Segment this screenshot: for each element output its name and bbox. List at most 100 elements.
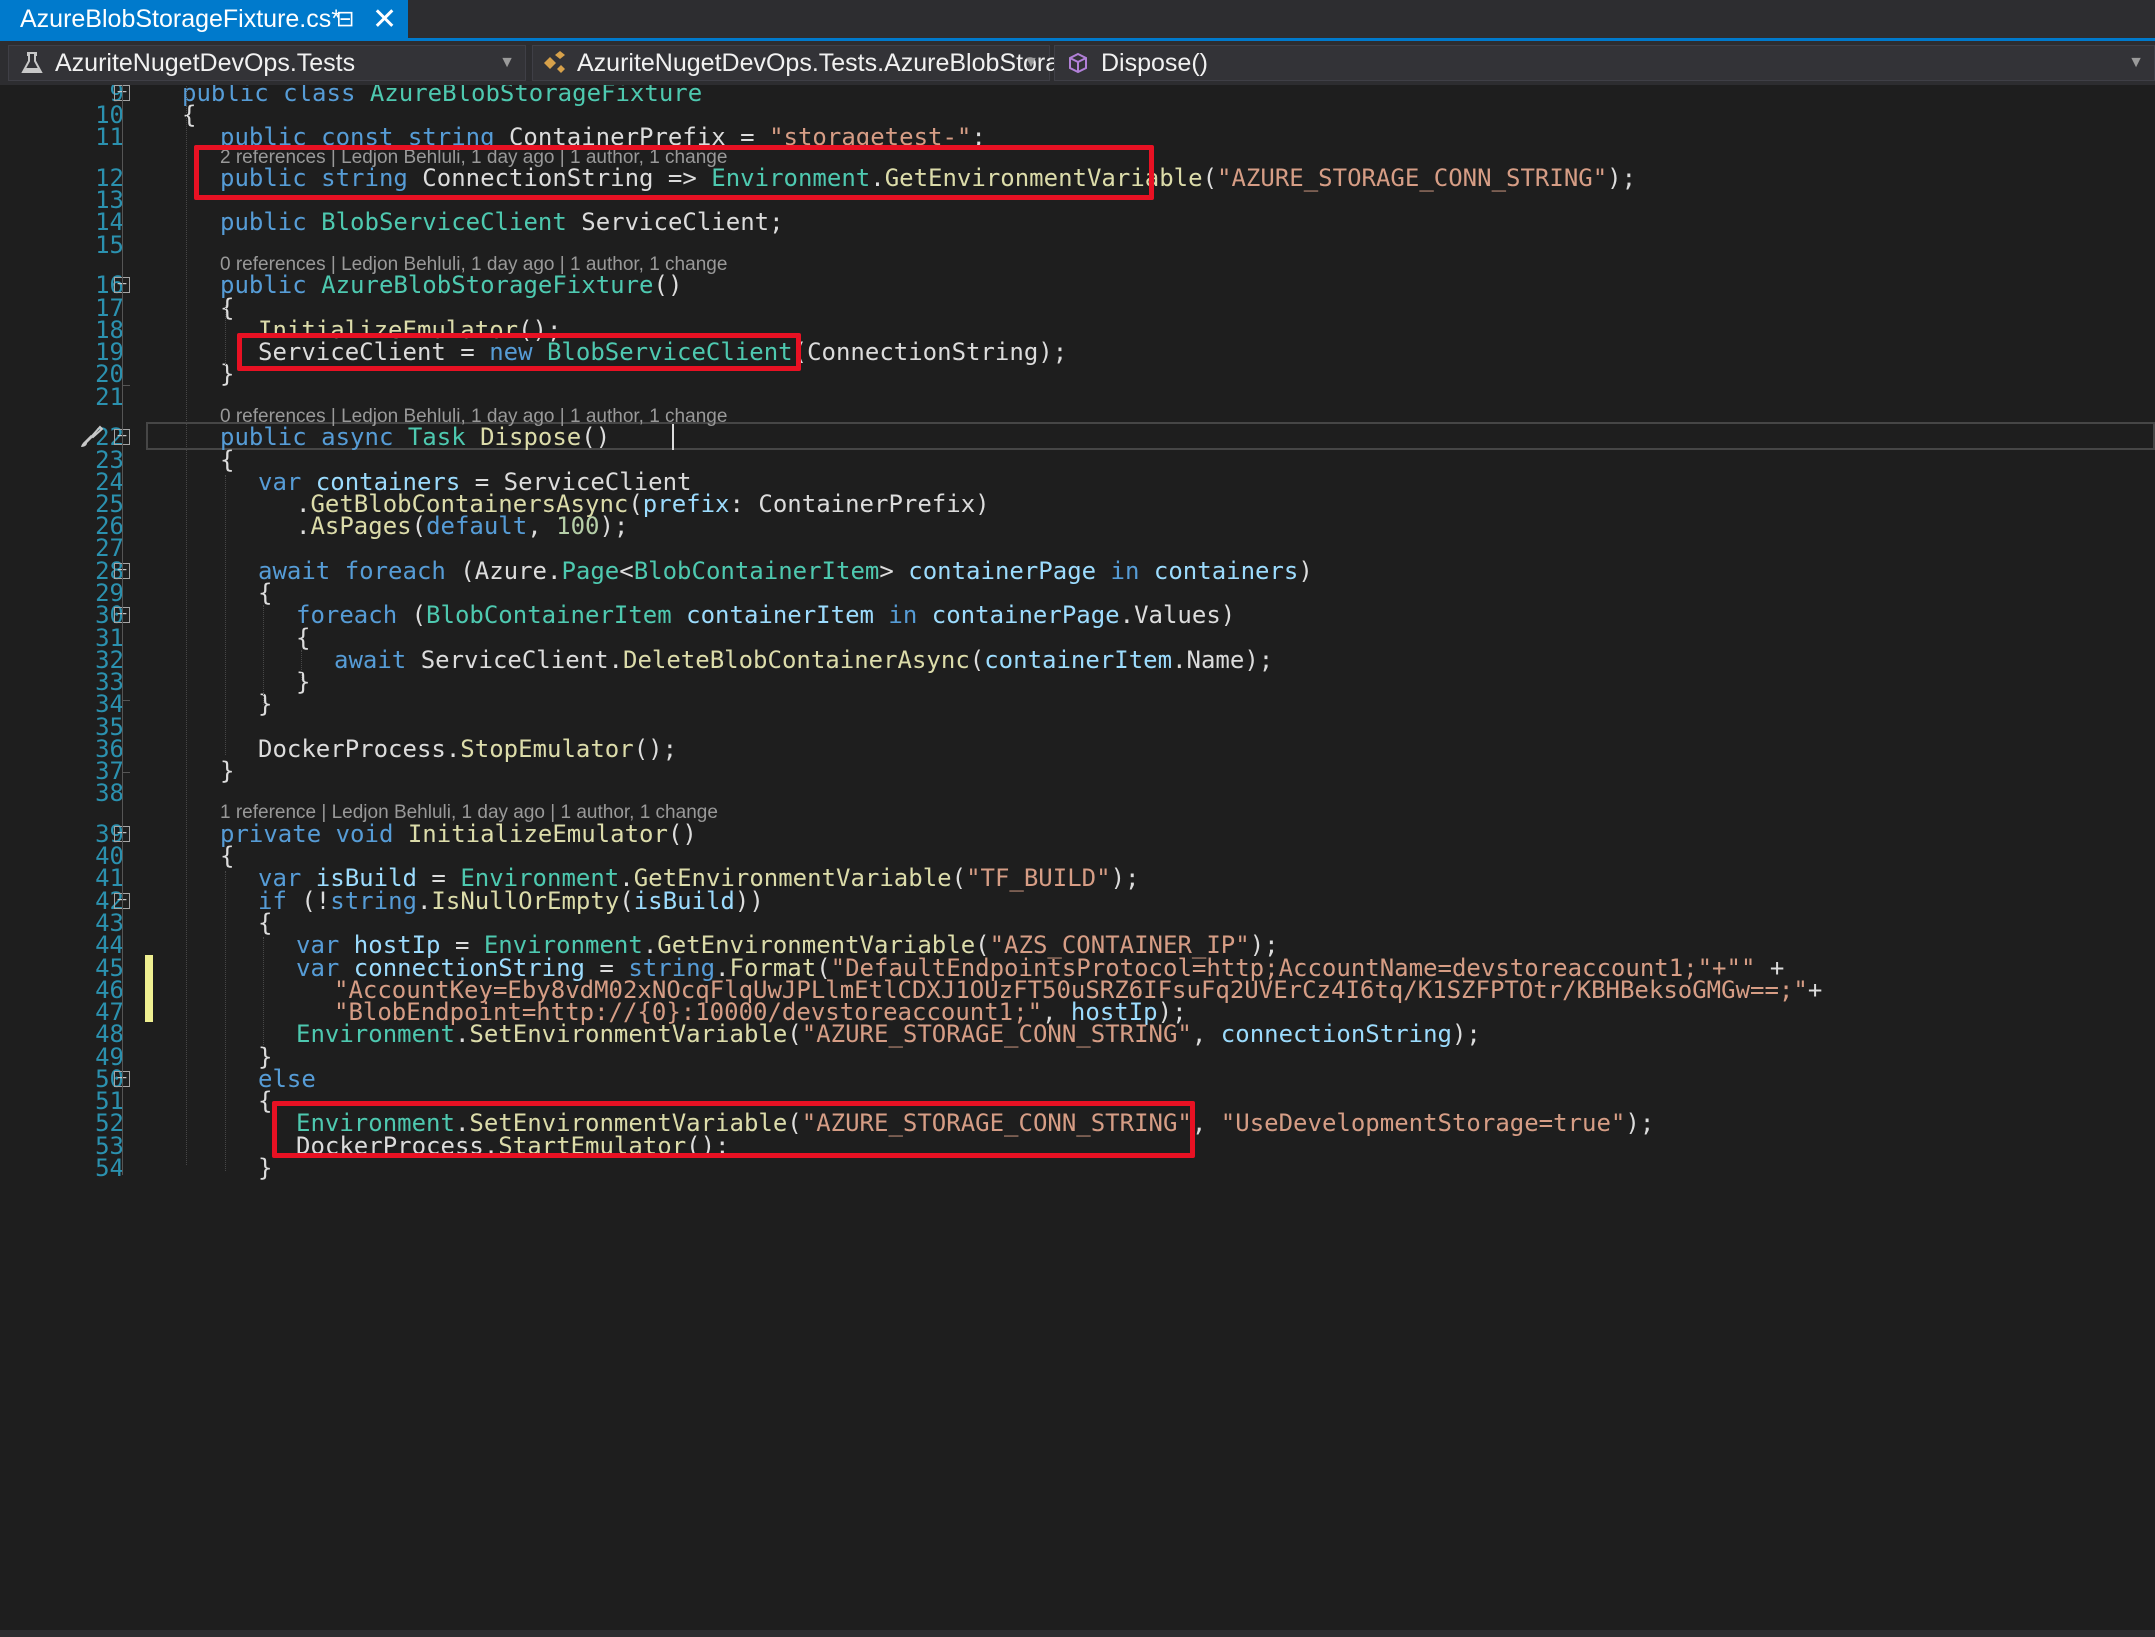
pin-icon[interactable]: ⊟ [336,6,354,32]
text-cursor [672,424,674,450]
code-line[interactable]: } [258,689,272,719]
code-token: . [454,1020,470,1048]
code-token: SetEnvironmentVariable [469,1020,788,1048]
change-indicator [145,955,153,1022]
code-token: "TF_BUILD" [966,864,1111,892]
code-line[interactable]: { [220,445,234,475]
code-token: ); [1625,1109,1655,1137]
code-token: "AZURE_STORAGE_CONN_STRING" [801,1020,1192,1048]
close-icon[interactable]: ✕ [372,2,397,37]
code-token: { [220,446,235,474]
code-token: Environment [296,1020,455,1048]
code-line[interactable]: await foreach (Azure.Page<BlobContainerI… [258,556,1313,586]
quick-actions-brush-icon[interactable] [78,422,106,454]
code-token: ( [1202,164,1218,192]
member-dropdown[interactable]: Dispose() ▼ [1054,45,2155,81]
method-icon [1063,48,1093,78]
code-token: ); [1607,164,1637,192]
code-token: } [258,690,273,718]
code-line[interactable]: { [258,1086,272,1116]
code-token: ); [599,512,629,540]
code-token: )) [734,887,764,915]
code-editor[interactable]: 9 10 11 12 13 14 15 16 17 18 19 20 21 22 23 24 25 26 27 28 2… [14,85,2155,1632]
code-token: BlobServiceClient [321,208,567,236]
document-tab[interactable]: AzureBlobStorageFixture.cs* ⊟ ✕ [0,0,408,38]
code-token: } [296,668,311,696]
code-token: "UseDevelopmentStorage=true" [1220,1109,1626,1137]
code-token: containerPage [931,601,1120,629]
code-token: Page [561,557,620,585]
codelens-info[interactable]: 0 references | Ledjon Behluli, 1 day ago… [220,405,727,429]
type-dropdown[interactable]: AzuriteNugetDevOps.Tests.AzureBlobStorag… [532,45,1163,81]
code-token: ) [1298,557,1313,585]
code-line[interactable]: } [220,756,234,786]
code-token: ( [787,1020,802,1048]
code-token: containerItem [984,646,1173,674]
code-token: , [527,512,557,540]
outline-margin-end [122,385,130,386]
code-line[interactable]: } [220,359,234,389]
code-token: } [220,757,235,785]
code-token: { [182,101,197,129]
indent-guide [225,475,226,755]
code-line[interactable]: } [258,1153,272,1183]
project-name: AzuriteNugetDevOps.Tests [55,48,356,77]
codelens-info[interactable]: 1 reference | Ledjon Behluli, 1 day ago … [220,801,718,825]
document-tab-strip: AzureBlobStorageFixture.cs* ⊟ ✕ [0,0,2155,41]
code-token: ( [619,887,634,915]
code-line[interactable]: if (!string.IsNullOrEmpty(isBuild)) [258,886,764,916]
code-line[interactable]: { [182,100,196,130]
code-line[interactable]: } [296,667,310,697]
code-token: ); [1110,864,1140,892]
code-area[interactable]: public class AzureBlobStorageFixture −{pu… [14,85,2155,1632]
code-line[interactable]: DockerProcess.StopEmulator(); [258,734,677,764]
code-token: "AZURE_STORAGE_CONN_STRING" [1217,164,1608,192]
indent-guide [225,871,226,1171]
indent-guide [263,937,264,1047]
highlight-box-service-client [237,333,801,371]
outline-margin-end [122,700,130,701]
code-token: in [1096,557,1154,585]
code-line[interactable]: Environment.SetEnvironmentVariable("AZUR… [296,1019,1481,1049]
code-token: BlobContainerItem [426,601,672,629]
code-token: ); [1451,1020,1481,1048]
code-line[interactable]: await ServiceClient.DeleteBlobContainerA… [334,645,1273,675]
code-line[interactable]: public class AzureBlobStorageFixture [182,85,702,108]
code-token: prefix [642,490,730,518]
code-token: containerPage [908,557,1097,585]
code-line[interactable]: public BlobServiceClient ServiceClient; [220,207,784,237]
code-token: default [426,512,528,540]
indent-guide [225,305,226,365]
code-line[interactable]: { [296,623,310,653]
code-line[interactable]: { [220,293,234,323]
indent-guide [186,85,187,1165]
outline-margin-line [122,85,123,1175]
codelens-info[interactable]: 0 references | Ledjon Behluli, 1 day ago… [220,253,727,277]
code-token: { [258,1087,273,1115]
code-token: } [258,1154,273,1182]
code-token: { [296,624,311,652]
code-token: (Azure. [460,557,562,585]
code-token: { [220,842,235,870]
code-token: AzureBlobStorageFixture [369,85,703,107]
code-token: await [334,646,421,674]
code-token: < [619,557,634,585]
code-token: AsPages [310,512,412,540]
code-token: : ContainerPrefix) [729,490,990,518]
code-token: BlobContainerItem [633,557,880,585]
outline-margin-end [122,772,130,773]
code-token: ( [969,646,985,674]
project-dropdown[interactable]: AzuriteNugetDevOps.Tests ▼ [8,45,526,81]
code-token: foreach [296,601,412,629]
highlight-box-connection-string [194,145,1154,200]
code-line[interactable]: { [220,841,234,871]
code-line[interactable]: foreach (BlobContainerItem containerItem… [296,600,1235,630]
code-token: public [220,208,322,236]
code-line[interactable]: { [258,908,272,938]
code-token: containerItem [686,601,874,629]
code-line[interactable]: { [258,578,272,608]
indent-guide [301,650,302,680]
code-token: . [416,887,432,915]
code-line[interactable]: .AsPages(default, 100); [296,511,628,541]
